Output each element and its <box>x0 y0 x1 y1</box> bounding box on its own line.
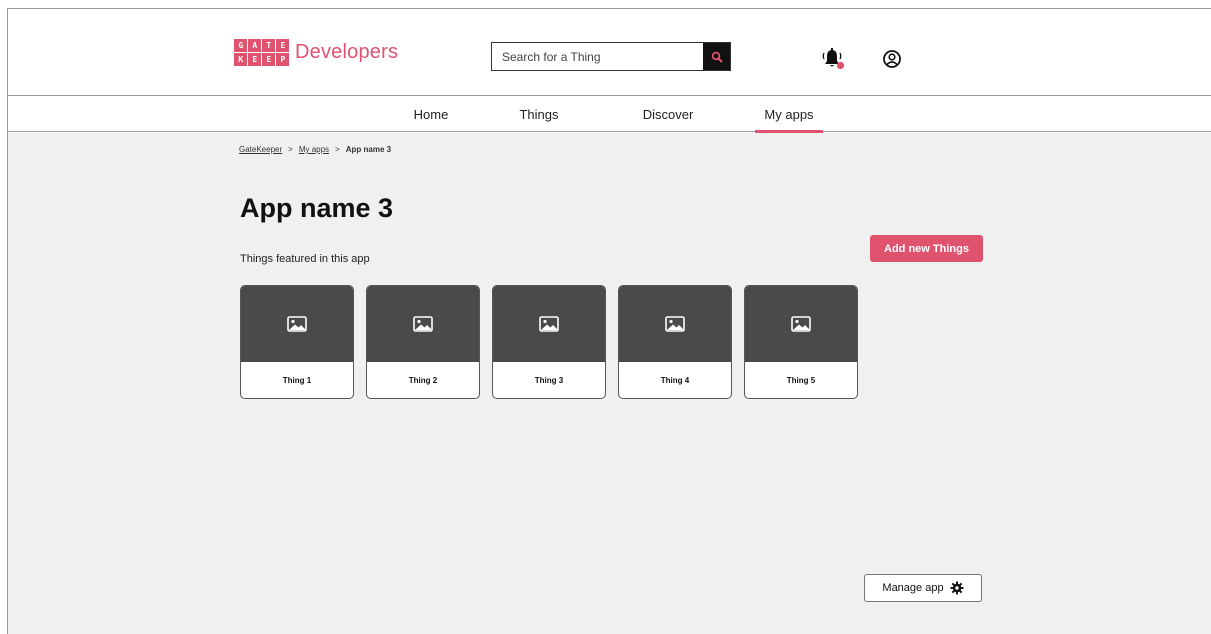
nav-item-things[interactable]: Things <box>506 96 572 132</box>
thing-thumbnail <box>367 286 479 362</box>
gear-icon <box>950 581 964 595</box>
top-header: G A T E K E E P Developers <box>8 9 1211 96</box>
notifications-button[interactable] <box>820 47 846 71</box>
image-placeholder-icon <box>539 316 559 332</box>
thing-card[interactable]: Thing 3 <box>492 285 606 399</box>
logo-letter: E <box>248 53 261 66</box>
section-subtitle: Things featured in this app <box>240 253 370 265</box>
brand-logo[interactable]: G A T E K E E P Developers <box>234 39 398 66</box>
thing-label: Thing 1 <box>282 376 312 385</box>
thing-label: Thing 4 <box>660 376 690 385</box>
thing-thumbnail <box>745 286 857 362</box>
nav-item-my-apps[interactable]: My apps <box>755 96 823 133</box>
things-list: Thing 1 Thing 2 Thing 3 Thing 4 Thing 5 <box>240 285 858 399</box>
breadcrumb-link-my-apps[interactable]: My apps <box>299 145 329 154</box>
breadcrumb: GateKeeper > My apps > App name 3 <box>239 145 391 154</box>
gatekeeper-logo-mark: G A T E K E E P <box>234 39 289 66</box>
image-placeholder-icon <box>287 316 307 332</box>
profile-button[interactable] <box>882 49 902 69</box>
thing-card[interactable]: Thing 5 <box>744 285 858 399</box>
logo-letter: P <box>276 53 289 66</box>
breadcrumb-separator: > <box>335 145 340 154</box>
app-window: G A T E K E E P Developers Search for a … <box>7 8 1211 634</box>
search-input[interactable] <box>492 43 703 70</box>
add-new-things-button[interactable]: Add new Things <box>870 235 983 262</box>
logo-letter: E <box>262 53 275 66</box>
breadcrumb-current: App name 3 <box>345 145 392 154</box>
thing-thumbnail <box>493 286 605 362</box>
search-button[interactable] <box>703 43 730 70</box>
main-content: GateKeeper > My apps > App name 3 App na… <box>8 133 1211 634</box>
image-placeholder-icon <box>791 316 811 332</box>
manage-app-label: Manage app <box>882 582 944 594</box>
breadcrumb-separator: > <box>288 145 293 154</box>
breadcrumb-link-gatekeeper[interactable]: GateKeeper <box>239 145 282 154</box>
main-nav: Home Things Discover My apps <box>8 96 1211 133</box>
brand-name: Developers <box>295 41 399 63</box>
bell-icon <box>822 48 845 70</box>
nav-item-discover[interactable]: Discover <box>628 96 708 132</box>
search-icon <box>711 51 722 62</box>
nav-item-home[interactable]: Home <box>398 96 464 132</box>
manage-app-button[interactable]: Manage app <box>864 574 982 602</box>
thing-label: Thing 3 <box>534 376 564 385</box>
page-title: App name 3 <box>240 193 394 223</box>
thing-label: Thing 5 <box>786 376 816 385</box>
image-placeholder-icon <box>413 316 433 332</box>
search-bar <box>491 42 731 71</box>
thing-card[interactable]: Thing 1 <box>240 285 354 399</box>
thing-thumbnail <box>241 286 353 362</box>
logo-letter: E <box>276 39 289 52</box>
thing-card[interactable]: Thing 2 <box>366 285 480 399</box>
image-placeholder-icon <box>665 316 685 332</box>
logo-letter: A <box>248 39 261 52</box>
thing-card[interactable]: Thing 4 <box>618 285 732 399</box>
logo-letter: K <box>234 53 247 66</box>
user-circle-icon <box>883 50 901 68</box>
thing-label: Thing 2 <box>408 376 438 385</box>
logo-letter: G <box>234 39 247 52</box>
logo-letter: T <box>262 39 275 52</box>
thing-thumbnail <box>619 286 731 362</box>
